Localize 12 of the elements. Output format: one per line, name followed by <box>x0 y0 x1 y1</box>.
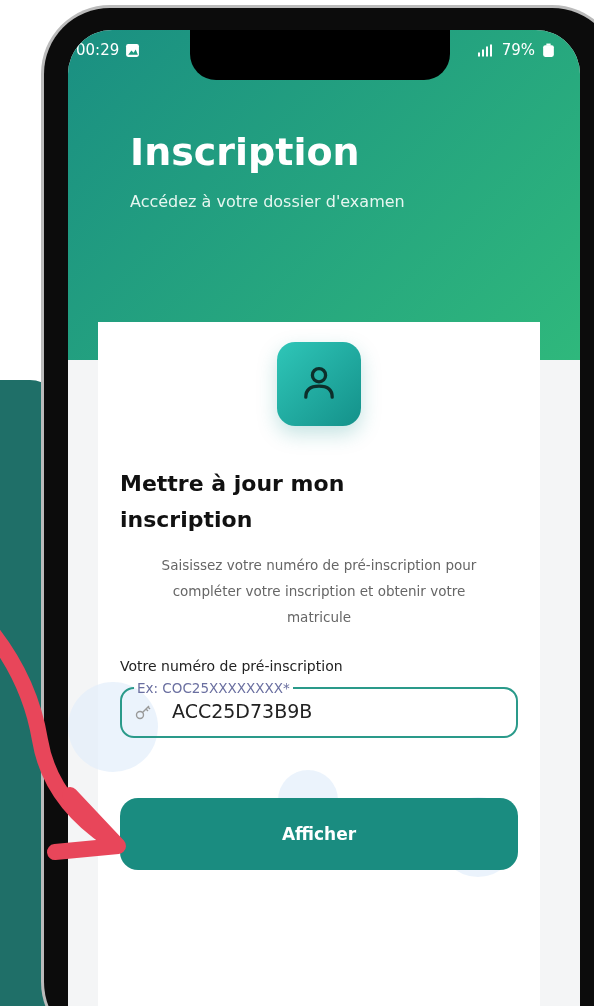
registration-number-field[interactable]: Ex: COC25XXXXXXXX* ACC25D73B9B <box>120 680 518 738</box>
field-label: Votre numéro de pré-inscription <box>120 658 344 674</box>
battery-icon <box>541 42 556 58</box>
page-title: Inscription <box>130 130 361 174</box>
card-title: Mettre à jour mon inscription <box>120 470 346 534</box>
status-time: 00:29 <box>76 41 120 59</box>
card-description: Saisissez votre numéro de pré-inscription pour compléter votre inscription et obtenir votre matricule <box>160 556 478 627</box>
text-input[interactable]: ACC25D73B9B <box>172 700 432 722</box>
show-button[interactable]: Afficher <box>120 798 518 870</box>
page-subtitle: Accédez à votre dossier d'examen <box>130 192 406 211</box>
image-icon <box>125 42 141 58</box>
battery-level: 79% <box>501 41 535 59</box>
